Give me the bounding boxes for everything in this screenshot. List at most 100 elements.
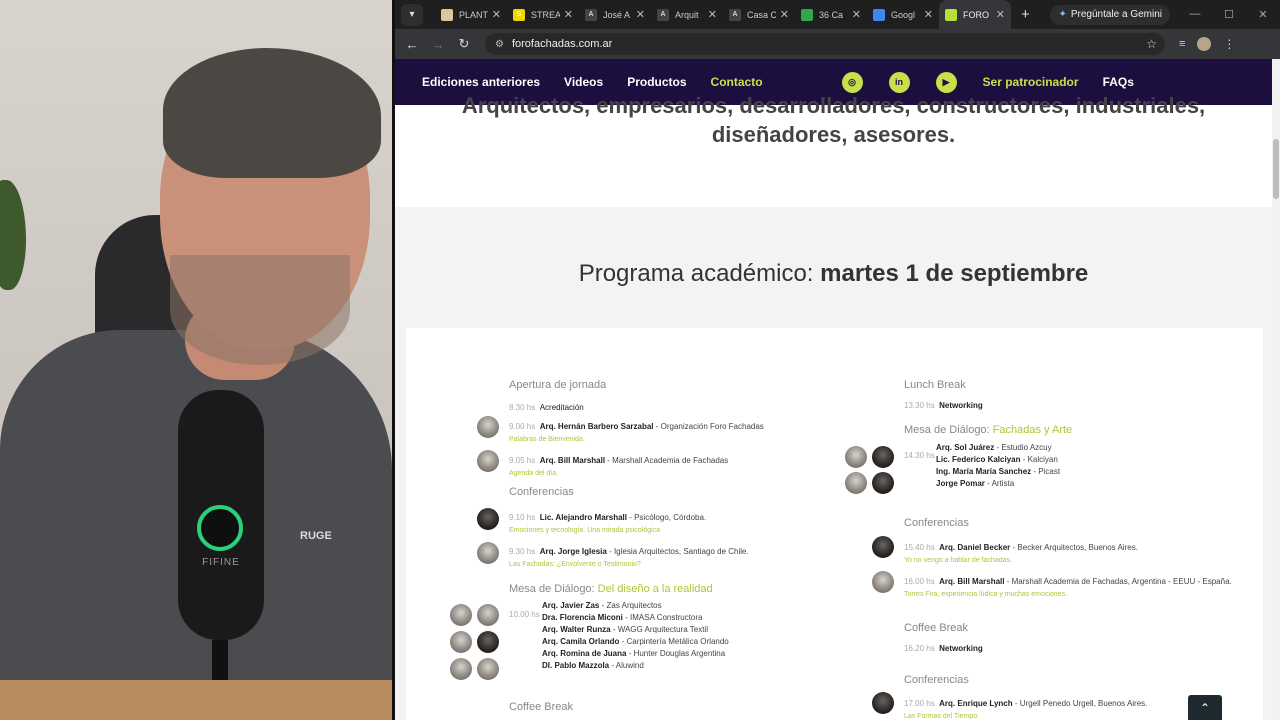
linkedin-icon[interactable]: in	[888, 71, 910, 93]
microphone-light	[197, 505, 243, 551]
nav-ediciones-anteriores[interactable]: Ediciones anteriores	[422, 75, 540, 89]
tab-favicon-icon	[945, 8, 957, 21]
mesa-label: Mesa de Diálogo:	[509, 583, 598, 595]
section-lunch-break: Lunch Break	[904, 379, 966, 391]
browser-tab[interactable]: A Arquit ✕	[651, 0, 723, 29]
talk-topic: Agenda del día.	[509, 470, 559, 477]
talk-topic: Las Formas del Tiempo.	[904, 713, 980, 720]
window-controls: — ☐ ✕	[1178, 8, 1280, 21]
new-tab-icon[interactable]: +	[1021, 6, 1030, 23]
speaker-org: - Iglesia Arquitectos, Santiago de Chile…	[606, 547, 749, 556]
time: 9.05 hs	[509, 456, 536, 465]
time: 16.00 hs	[904, 577, 935, 586]
program-title: Programa académico: martes 1 de septiemb…	[395, 260, 1272, 288]
browser-tab[interactable]: Googl ✕	[867, 0, 939, 29]
profile-avatar[interactable]	[1197, 37, 1212, 51]
coffee-row: 16.20 hs Networking	[904, 638, 983, 656]
section-conferencias-2: Conferencias	[904, 517, 969, 529]
time: 16.20 hs	[904, 644, 935, 653]
speaker-name: Lic. Alejandro Marshall	[539, 513, 627, 522]
nav-faqs[interactable]: FAQs	[1103, 75, 1134, 89]
hero-section: Arquitectos, empresarios, desarrolladore…	[395, 93, 1272, 207]
acreditacion: Acreditación	[539, 403, 584, 412]
section-coffee-break-2: Coffee Break	[904, 622, 969, 634]
panelist: Arq. Camila Orlando - Carpintería Metáli…	[542, 636, 729, 648]
tab-title: 36 Ca	[819, 9, 844, 20]
close-window-icon[interactable]: ✕	[1246, 8, 1280, 21]
close-tab-icon[interactable]: ✕	[708, 8, 717, 21]
maximize-icon[interactable]: ☐	[1212, 8, 1246, 21]
close-tab-icon[interactable]: ✕	[852, 8, 861, 21]
desk	[0, 680, 392, 720]
panelist: Lic. Federico Kalciyan - Kalciyan	[936, 454, 1060, 466]
reading-list-icon[interactable]: ≡	[1179, 38, 1185, 50]
program-title-prefix: Programa académico:	[578, 260, 821, 287]
minimize-icon[interactable]: —	[1178, 8, 1212, 21]
schedule-row: 9.10 hs Lic. Alejandro Marshall - Psicól…	[509, 507, 706, 534]
panelists-list: Arq. Javier Zas - Zas Arquitectos Dra. Fl…	[542, 600, 729, 672]
forward-icon[interactable]: →	[425, 37, 451, 52]
close-tab-icon[interactable]: ✕	[780, 8, 789, 21]
browser-tab[interactable]: A Casa C ✕	[723, 0, 795, 29]
bookmark-star-icon[interactable]: ☆	[1146, 37, 1157, 51]
acreditacion-row: 8.30 hs Acreditación	[509, 397, 584, 415]
panelist: Arq. Sol Juárez - Estudio Azcuy	[936, 442, 1060, 454]
talk-topic: Yo no vengo a hablar de fachadas.	[904, 557, 1012, 564]
site-info-icon[interactable]: ⚙	[495, 39, 504, 50]
panelist-org: - Hunter Douglas Argentina	[626, 649, 726, 658]
panelist-name: Arq. Romina de Juana	[542, 649, 627, 658]
nav-productos[interactable]: Productos	[627, 75, 686, 89]
browser-tab[interactable]: 36 Ca ✕	[795, 0, 867, 29]
speaker-name: Arq. Jorge Iglesia	[539, 547, 607, 556]
speaker-name: Arq. Enrique Lynch	[939, 699, 1013, 708]
nav-contacto[interactable]: Contacto	[711, 75, 763, 89]
panelist: Arq. Walter Runza - WAGG Arquitectura Te…	[542, 624, 729, 636]
panelist: Jorge Pomar - Artista	[936, 478, 1060, 490]
browser-tab[interactable]: PLANT ✕	[435, 0, 507, 29]
back-icon[interactable]: ←	[399, 37, 425, 52]
tab-favicon-icon	[873, 8, 885, 21]
time: 17.00 hs	[904, 699, 935, 708]
scroll-to-top-icon[interactable]: ⌃	[1188, 695, 1222, 720]
speaker-avatar	[872, 571, 894, 593]
section-mesa-dialogo: Mesa de Diálogo: Del diseño a la realida…	[509, 583, 713, 595]
schedule-card: Apertura de jornada 8.30 hs Acreditación…	[406, 328, 1263, 720]
panelist-avatar	[477, 631, 499, 653]
tab-favicon-icon	[801, 8, 813, 21]
tab-title: José A	[603, 9, 631, 20]
reload-icon[interactable]: ↻	[451, 36, 477, 52]
speaker-org: - Marshall Academia de Fachadas, Argenti…	[1004, 577, 1232, 586]
tabs-container: PLANT ✕ S STREA ✕ A José A ✕ A Arquit ✕ A Casa C ✕ 36 …	[435, 0, 1011, 29]
presenter-beard	[170, 255, 350, 365]
close-tab-icon[interactable]: ✕	[924, 8, 933, 21]
microphone-brand: FIFINE	[202, 557, 240, 568]
page-scrollbar[interactable]	[1272, 59, 1280, 720]
browser-tab[interactable]: A José A ✕	[579, 0, 651, 29]
panelist-name: Ing. María María Sanchez	[936, 467, 1032, 476]
talk-topic: Torres Fira, experiencia lúdica y muchas…	[904, 591, 1068, 598]
close-tab-icon[interactable]: ✕	[996, 8, 1005, 21]
address-bar[interactable]: ⚙ forofachadas.com.ar ☆	[485, 33, 1165, 55]
browser-window: ▾ PLANT ✕ S STREA ✕ A José A ✕ A Arquit ✕ A Casa C ✕ 3…	[392, 0, 1280, 720]
presenter-hair	[163, 48, 381, 178]
youtube-icon[interactable]: ▶	[935, 71, 957, 93]
browser-menu-icon[interactable]: ⋮	[1223, 37, 1235, 51]
panelist-avatar	[845, 446, 867, 468]
speaker-org: - Urgell Penedo Urgell, Buenos Aires.	[1012, 699, 1148, 708]
close-tab-icon[interactable]: ✕	[492, 8, 501, 21]
panelist-org: - Artista	[984, 479, 1015, 488]
scrollbar-thumb[interactable]	[1273, 139, 1279, 199]
nav-ser-patrocinador[interactable]: Ser patrocinador	[983, 75, 1079, 89]
nav-videos[interactable]: Videos	[564, 75, 603, 89]
time: 9.30 hs	[509, 547, 536, 556]
close-tab-icon[interactable]: ✕	[636, 8, 645, 21]
instagram-icon[interactable]: ◎	[841, 71, 863, 93]
browser-tab[interactable]: FORO ✕	[939, 0, 1011, 29]
speaker-avatar	[477, 416, 499, 438]
gemini-button[interactable]: ✦ Pregúntale a Gemini	[1050, 4, 1170, 25]
close-tab-icon[interactable]: ✕	[564, 8, 573, 21]
tab-search-icon[interactable]: ▾	[401, 3, 423, 26]
browser-tab[interactable]: S STREA ✕	[507, 0, 579, 29]
panelist-name: Arq. Javier Zas	[542, 601, 600, 610]
panelist-org: - Aluwind	[609, 661, 644, 670]
